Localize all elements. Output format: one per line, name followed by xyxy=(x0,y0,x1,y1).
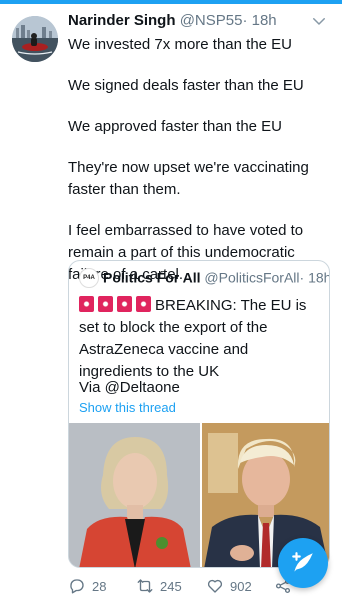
quoted-timestamp: 18h xyxy=(308,269,330,286)
heart-icon xyxy=(207,579,223,593)
reply-icon xyxy=(70,579,84,594)
avatar-image xyxy=(12,16,58,62)
separator-dot: · xyxy=(299,269,305,286)
retweet-button[interactable]: 245 xyxy=(136,576,182,596)
quoted-tweet[interactable]: P4A Politics For All @PoliticsForAll· 18h… xyxy=(68,260,330,568)
photo-left[interactable] xyxy=(69,423,200,567)
quoted-via-text: Via @Deltaone xyxy=(79,379,180,396)
avatar[interactable] xyxy=(12,16,58,62)
compose-tweet-button[interactable] xyxy=(278,538,328,588)
quoted-tweet-header: P4A Politics For All @PoliticsForAll· 18h xyxy=(79,268,329,289)
separator-dot: · xyxy=(242,12,248,29)
tweet-header: Narinder Singh @NSP55· 18h xyxy=(68,12,336,34)
tweet-text: We invested 7x more than the EU We signe… xyxy=(68,34,336,286)
reply-button[interactable]: 28 xyxy=(68,576,106,596)
reply-count: 28 xyxy=(92,578,107,594)
timestamp[interactable]: 18h xyxy=(252,12,277,29)
police-light-emoji xyxy=(79,296,94,312)
tweet[interactable]: Narinder Singh @NSP55· 18h We invested 7… xyxy=(0,4,342,600)
retweet-count: 245 xyxy=(160,578,182,594)
show-thread-link[interactable]: Show this thread xyxy=(79,400,176,415)
user-handle[interactable]: @NSP55 xyxy=(180,12,243,29)
tweet-paragraph: We approved faster than the EU xyxy=(68,118,283,135)
chevron-down-icon[interactable] xyxy=(310,12,328,30)
photo-left-image xyxy=(69,423,200,567)
police-light-emoji xyxy=(98,296,113,312)
quoted-breaking-text: BREAKING: The EU is set to block the exp… xyxy=(79,297,307,380)
quoted-display-name: Politics For All xyxy=(103,269,201,286)
quoted-avatar: P4A xyxy=(79,268,99,288)
tweet-paragraph: We signed deals faster than the EU xyxy=(68,77,304,94)
tweet-paragraph: They're now upset we're vaccinating fast… xyxy=(68,159,309,198)
like-count: 902 xyxy=(230,578,252,594)
compose-tweet-icon xyxy=(292,552,313,572)
display-name[interactable]: Narinder Singh xyxy=(68,12,176,29)
police-light-emoji xyxy=(136,296,151,312)
tweet-actions: 28 245 902 xyxy=(68,576,308,596)
tweet-paragraph: We invested 7x more than the EU xyxy=(68,36,293,53)
quoted-tweet-text: BREAKING: The EU is set to block the exp… xyxy=(79,295,325,383)
retweet-icon xyxy=(137,579,153,593)
quoted-user-handle: @PoliticsForAll xyxy=(204,269,300,286)
like-button[interactable]: 902 xyxy=(206,576,252,596)
police-light-emoji xyxy=(117,296,132,312)
